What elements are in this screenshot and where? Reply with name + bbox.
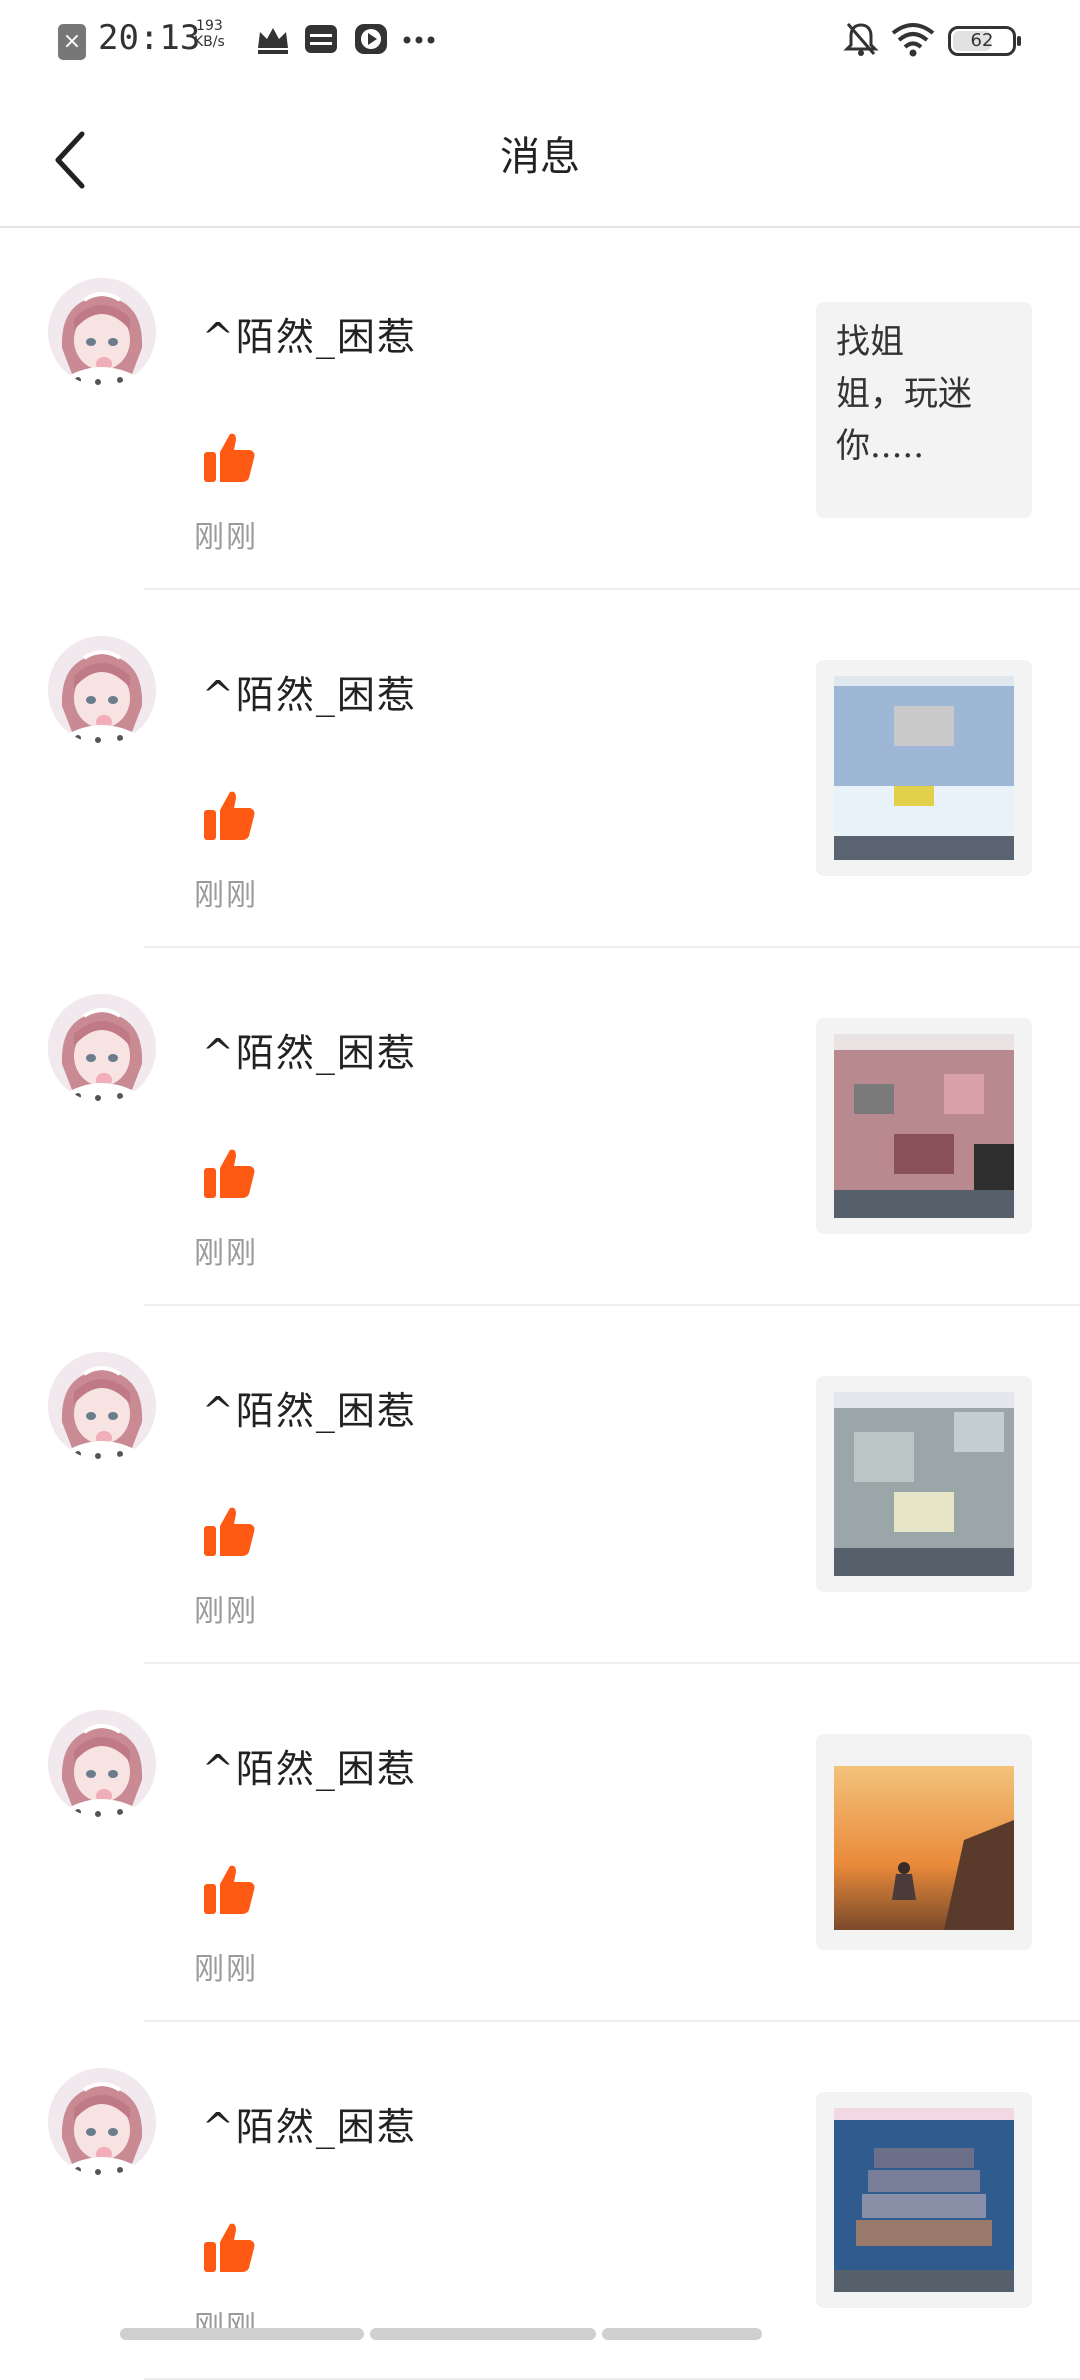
post-thumbnail[interactable] xyxy=(816,1376,1032,1592)
card-icon xyxy=(305,25,337,53)
status-bar: × 20:13 193 KB/s 62 xyxy=(0,0,1080,84)
post-thumbnail[interactable] xyxy=(816,660,1032,876)
thumbs-up-icon xyxy=(204,1865,255,1914)
list-item[interactable]: ^陌然_困惹 刚刚 xyxy=(0,1306,1080,1664)
username[interactable]: ^陌然_困惹 xyxy=(202,1738,417,1793)
timestamp: 刚刚 xyxy=(194,520,258,555)
message-list: ^陌然_困惹 刚刚 找姐 姐，玩迷 你..... ^陌然_困惹 刚刚 ^陌然_困… xyxy=(0,232,1080,2380)
network-speed-unit: KB/s xyxy=(194,34,225,50)
battery-icon: 62 xyxy=(948,26,1021,56)
thumbs-up-icon xyxy=(204,1507,255,1556)
username[interactable]: ^陌然_困惹 xyxy=(202,664,417,719)
thumbs-up-icon xyxy=(204,791,255,840)
list-item[interactable]: ^陌然_困惹 刚刚 xyxy=(0,948,1080,1306)
avatar[interactable] xyxy=(48,994,156,1102)
more-icon xyxy=(403,36,435,44)
post-thumbnail[interactable] xyxy=(816,1734,1032,1950)
post-thumbnail[interactable] xyxy=(816,2092,1032,2308)
avatar[interactable] xyxy=(48,636,156,744)
network-speed-value: 193 xyxy=(196,18,223,34)
wifi-icon xyxy=(891,23,935,57)
page-title: 消息 xyxy=(500,134,580,180)
avatar[interactable] xyxy=(48,278,156,386)
network-speed: 193 KB/s xyxy=(194,18,225,50)
thumbs-up-icon xyxy=(204,1149,255,1198)
list-item[interactable]: ^陌然_困惹 刚刚 xyxy=(0,1664,1080,2022)
list-item[interactable]: ^陌然_困惹 刚刚 xyxy=(0,2022,1080,2380)
timestamp: 刚刚 xyxy=(194,878,258,913)
battery-text: 62 xyxy=(970,30,994,51)
top-bar: 消息 xyxy=(0,84,1080,228)
post-thumbnail[interactable]: 找姐 姐，玩迷 你..... xyxy=(816,302,1032,518)
timestamp: 刚刚 xyxy=(194,1952,258,1987)
list-item[interactable]: ^陌然_困惹 刚刚 找姐 姐，玩迷 你..... xyxy=(0,232,1080,590)
timestamp: 刚刚 xyxy=(194,1594,258,1629)
username[interactable]: ^陌然_困惹 xyxy=(202,1022,417,1077)
timestamp: 刚刚 xyxy=(194,1236,258,1271)
notification-close-icon: × xyxy=(58,24,86,60)
avatar[interactable] xyxy=(48,1352,156,1460)
crown-icon xyxy=(258,28,288,54)
status-time: 20:13 xyxy=(98,18,201,58)
mute-bell-icon xyxy=(843,23,879,56)
username[interactable]: ^陌然_困惹 xyxy=(202,2096,417,2151)
scroll-indicator xyxy=(120,2328,960,2340)
video-icon xyxy=(355,24,387,54)
thumbs-up-icon xyxy=(204,433,255,482)
thumbnail-text: 找姐 姐，玩迷 你..... xyxy=(836,322,972,466)
avatar[interactable] xyxy=(48,1710,156,1818)
username[interactable]: ^陌然_困惹 xyxy=(202,306,417,361)
avatar[interactable] xyxy=(48,2068,156,2176)
list-item[interactable]: ^陌然_困惹 刚刚 xyxy=(0,590,1080,948)
post-thumbnail[interactable] xyxy=(816,1018,1032,1234)
username[interactable]: ^陌然_困惹 xyxy=(202,1380,417,1435)
thumbs-up-icon xyxy=(204,2223,255,2272)
